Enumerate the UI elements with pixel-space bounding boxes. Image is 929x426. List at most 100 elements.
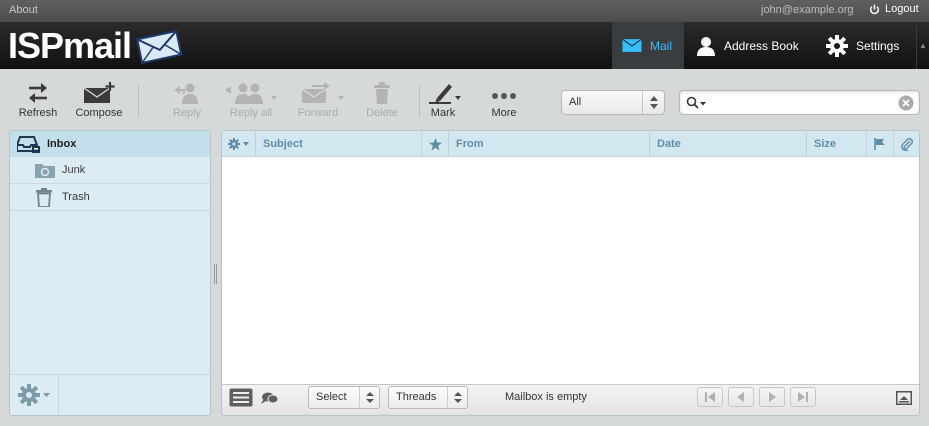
task-mail[interactable]: Mail xyxy=(612,22,684,69)
list-view-button[interactable] xyxy=(229,386,253,408)
threads-dropdown[interactable]: Threads xyxy=(388,386,468,409)
next-page-button[interactable] xyxy=(759,387,785,407)
threads-dropdown-value: Threads xyxy=(396,391,437,403)
inbox-icon xyxy=(17,136,40,153)
star-icon xyxy=(428,137,442,150)
username: john@example.org xyxy=(761,4,854,16)
reply-label: Reply xyxy=(172,107,202,119)
column-attachment[interactable] xyxy=(894,131,919,157)
column-flagged[interactable] xyxy=(422,131,449,157)
logout-button[interactable]: Logout xyxy=(869,3,919,15)
task-mail-label: Mail xyxy=(649,38,672,53)
paperclip-icon xyxy=(900,138,913,151)
select-spinner-icon xyxy=(359,387,379,408)
last-page-icon xyxy=(798,392,808,402)
collapse-arrow-icon[interactable]: ▲ xyxy=(917,22,929,69)
task-address-book-label: Address Book xyxy=(724,38,799,53)
logo-envelope-icon xyxy=(136,29,183,64)
column-subject-label: Subject xyxy=(263,138,303,150)
task-address-book[interactable]: Address Book xyxy=(684,22,814,69)
refresh-icon xyxy=(29,83,47,103)
more-label: More xyxy=(491,107,517,119)
select-spinner-icon xyxy=(642,91,664,114)
about-link[interactable]: About xyxy=(9,4,38,16)
search-input[interactable] xyxy=(710,94,890,111)
previous-page-button[interactable] xyxy=(728,387,754,407)
folder-junk-label: Junk xyxy=(62,164,86,176)
folder-trash-label: Trash xyxy=(62,191,90,203)
delete-icon xyxy=(374,82,390,104)
folder-list: Inbox Junk Trash xyxy=(9,130,211,416)
logo: ISPmail xyxy=(8,24,183,68)
toggle-preview-button[interactable] xyxy=(896,391,914,413)
mark-pen-icon xyxy=(429,84,461,104)
reply-all-button[interactable]: Reply all xyxy=(221,82,281,119)
taskbar: Mail Address Book Settings ▲ xyxy=(612,22,929,69)
select-spinner-icon xyxy=(447,387,467,408)
forward-icon xyxy=(301,82,344,103)
junk-icon xyxy=(35,164,55,178)
conversation-icon xyxy=(261,392,279,404)
preview-pane-icon xyxy=(896,391,912,405)
column-date[interactable]: Date xyxy=(650,131,807,157)
gear-icon xyxy=(18,384,40,406)
compose-label: Compose xyxy=(75,107,123,119)
folder-list-footer xyxy=(10,374,210,415)
envelope-icon xyxy=(622,38,642,52)
forward-button[interactable]: Forward xyxy=(288,82,348,119)
folder-options-button[interactable] xyxy=(10,375,59,415)
reply-icon xyxy=(174,83,198,104)
pane-splitter[interactable] xyxy=(214,264,217,284)
previous-page-icon xyxy=(737,392,744,402)
filter-select-value: All xyxy=(569,96,582,108)
search-icon xyxy=(686,96,706,109)
dropdown-arrow-icon xyxy=(43,392,50,397)
mark-button[interactable]: Mark xyxy=(413,82,473,119)
message-list-footer: Select Threads Mailbox is empty xyxy=(222,384,919,415)
folder-inbox[interactable]: Inbox xyxy=(10,131,210,157)
reply-all-icon xyxy=(225,83,277,104)
clear-search-icon[interactable] xyxy=(898,95,914,111)
column-size[interactable]: Size xyxy=(807,131,867,157)
folder-junk[interactable]: Junk xyxy=(10,157,210,184)
power-icon xyxy=(869,4,880,14)
column-date-label: Date xyxy=(657,138,681,150)
column-flag[interactable] xyxy=(867,131,894,157)
message-list-header: Subject From Date Size xyxy=(222,131,919,157)
last-page-button[interactable] xyxy=(790,387,816,407)
gear-icon xyxy=(227,138,249,150)
more-dots-icon xyxy=(492,93,516,99)
select-dropdown[interactable]: Select xyxy=(308,386,380,409)
reply-button[interactable]: Reply xyxy=(157,82,217,119)
folder-inbox-label: Inbox xyxy=(47,137,77,150)
toolbar: Refresh Compose Reply Reply all Forward … xyxy=(0,69,929,129)
delete-label: Delete xyxy=(366,107,398,119)
refresh-button[interactable]: Refresh xyxy=(8,82,68,119)
top-line: About john@example.org Logout xyxy=(0,0,929,22)
compose-button[interactable]: Compose xyxy=(69,82,129,119)
delete-button[interactable]: Delete xyxy=(352,82,412,119)
folder-trash[interactable]: Trash xyxy=(10,184,210,211)
first-page-icon xyxy=(705,392,715,402)
flag-icon xyxy=(874,138,885,150)
column-subject[interactable]: Subject xyxy=(256,131,422,157)
select-dropdown-value: Select xyxy=(316,391,347,403)
refresh-label: Refresh xyxy=(18,107,58,119)
list-options-button[interactable] xyxy=(222,131,256,157)
column-from-label: From xyxy=(456,138,484,150)
column-from[interactable]: From xyxy=(449,131,650,157)
more-button[interactable]: More xyxy=(474,82,534,119)
task-settings-label: Settings xyxy=(856,38,900,53)
logo-text: ISPmail xyxy=(8,25,132,66)
person-icon xyxy=(697,36,715,56)
trash-icon xyxy=(36,188,52,207)
search-box[interactable] xyxy=(679,90,920,115)
reply-all-label: Reply all xyxy=(229,107,273,119)
filter-select[interactable]: All xyxy=(561,90,665,115)
toolbar-separator xyxy=(138,85,139,117)
forward-label: Forward xyxy=(297,107,339,119)
first-page-button[interactable] xyxy=(697,387,723,407)
threads-view-button[interactable] xyxy=(261,386,283,408)
task-settings[interactable]: Settings xyxy=(814,22,916,69)
header: ISPmail Mail Address Book Settings ▲ xyxy=(0,22,929,69)
